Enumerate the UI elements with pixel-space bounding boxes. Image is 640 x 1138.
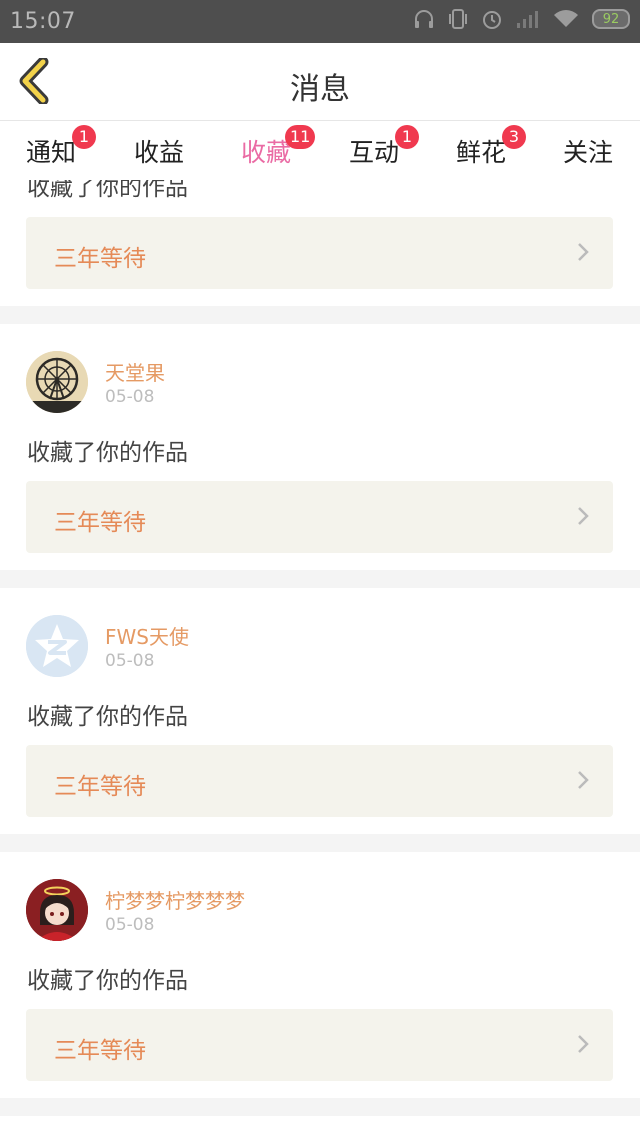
avatar[interactable] [26,351,88,413]
avatar[interactable] [26,879,88,941]
list-item: FWS天使 05-08 收藏了你的作品 三年等待 [0,588,640,834]
work-title: 三年等待 [54,774,146,800]
signal-icon [517,11,538,28]
tab-label: 互动 [348,138,399,167]
alarm-icon [483,11,501,29]
status-icons: 92 [413,8,630,30]
battery-icon: 92 [592,9,630,29]
status-time: 15:07 [10,9,76,34]
avatar[interactable] [26,615,88,677]
tab-follows[interactable]: 关注 [553,133,623,169]
chevron-right-icon [578,243,589,261]
tab-earnings[interactable]: 收益 [124,133,194,169]
date: 05-08 [105,387,155,407]
tab-badge: 11 [285,125,316,149]
tab-bar: 通知 1 收益 收藏 11 互动 1 鲜花 3 关注 [0,121,640,187]
tab-label: 收益 [133,138,184,167]
qzone-default-avatar-image [26,615,88,677]
tab-badge: 3 [502,125,526,149]
list-item: 天堂果 05-08 收藏了你的作品 三年等待 [0,324,640,570]
header-bar: 消息 [0,43,640,121]
tab-badge: 1 [395,125,419,149]
date: 05-08 [105,915,155,935]
tab-label: 关注 [562,138,613,167]
username[interactable]: 柠梦梦柠梦梦梦 [105,885,245,914]
tab-flowers[interactable]: 鲜花 3 [446,125,526,169]
tab-label: 通知 [25,138,76,167]
work-link[interactable]: 三年等待 [26,481,613,553]
page-title: 消息 [290,72,350,107]
work-link[interactable]: 三年等待 [26,1009,613,1081]
status-bar: 15:07 92 [0,0,640,43]
tab-label: 收藏 [240,138,291,167]
chevron-right-icon [578,507,589,525]
work-title: 三年等待 [54,510,146,536]
username[interactable]: 天堂果 [105,357,165,386]
headset-icon [415,10,433,28]
chevron-right-icon [578,1035,589,1053]
tab-badge: 1 [72,125,96,149]
work-link[interactable]: 三年等待 [26,217,613,289]
username[interactable]: FWS天使 [105,621,189,650]
action-text: 收藏了你的作品 [27,968,188,994]
work-title: 三年等待 [54,1038,146,1064]
anime-girl-avatar-image [26,879,88,941]
list-item-partial [0,1116,640,1138]
date: 05-08 [105,651,155,671]
tab-interactions[interactable]: 互动 1 [339,125,419,169]
tab-label: 鲜花 [455,138,506,167]
battery-level: 92 [602,11,620,27]
action-text: 收藏了你的作品 [27,180,188,201]
list-item: 柠梦梦柠梦梦梦 05-08 收藏了你的作品 三年等待 [0,852,640,1098]
list-item: 收藏了你的作品 三年等待 [0,180,640,306]
vibrate-icon [449,9,467,29]
work-link[interactable]: 三年等待 [26,745,613,817]
wifi-icon [554,10,578,27]
action-text: 收藏了你的作品 [27,440,188,466]
action-text: 收藏了你的作品 [27,704,188,730]
ferris-wheel-avatar-image [26,351,88,413]
tab-favorites[interactable]: 收藏 11 [231,125,316,187]
chevron-right-icon [578,771,589,789]
work-title: 三年等待 [54,246,146,272]
tab-notifications[interactable]: 通知 1 [16,125,96,169]
